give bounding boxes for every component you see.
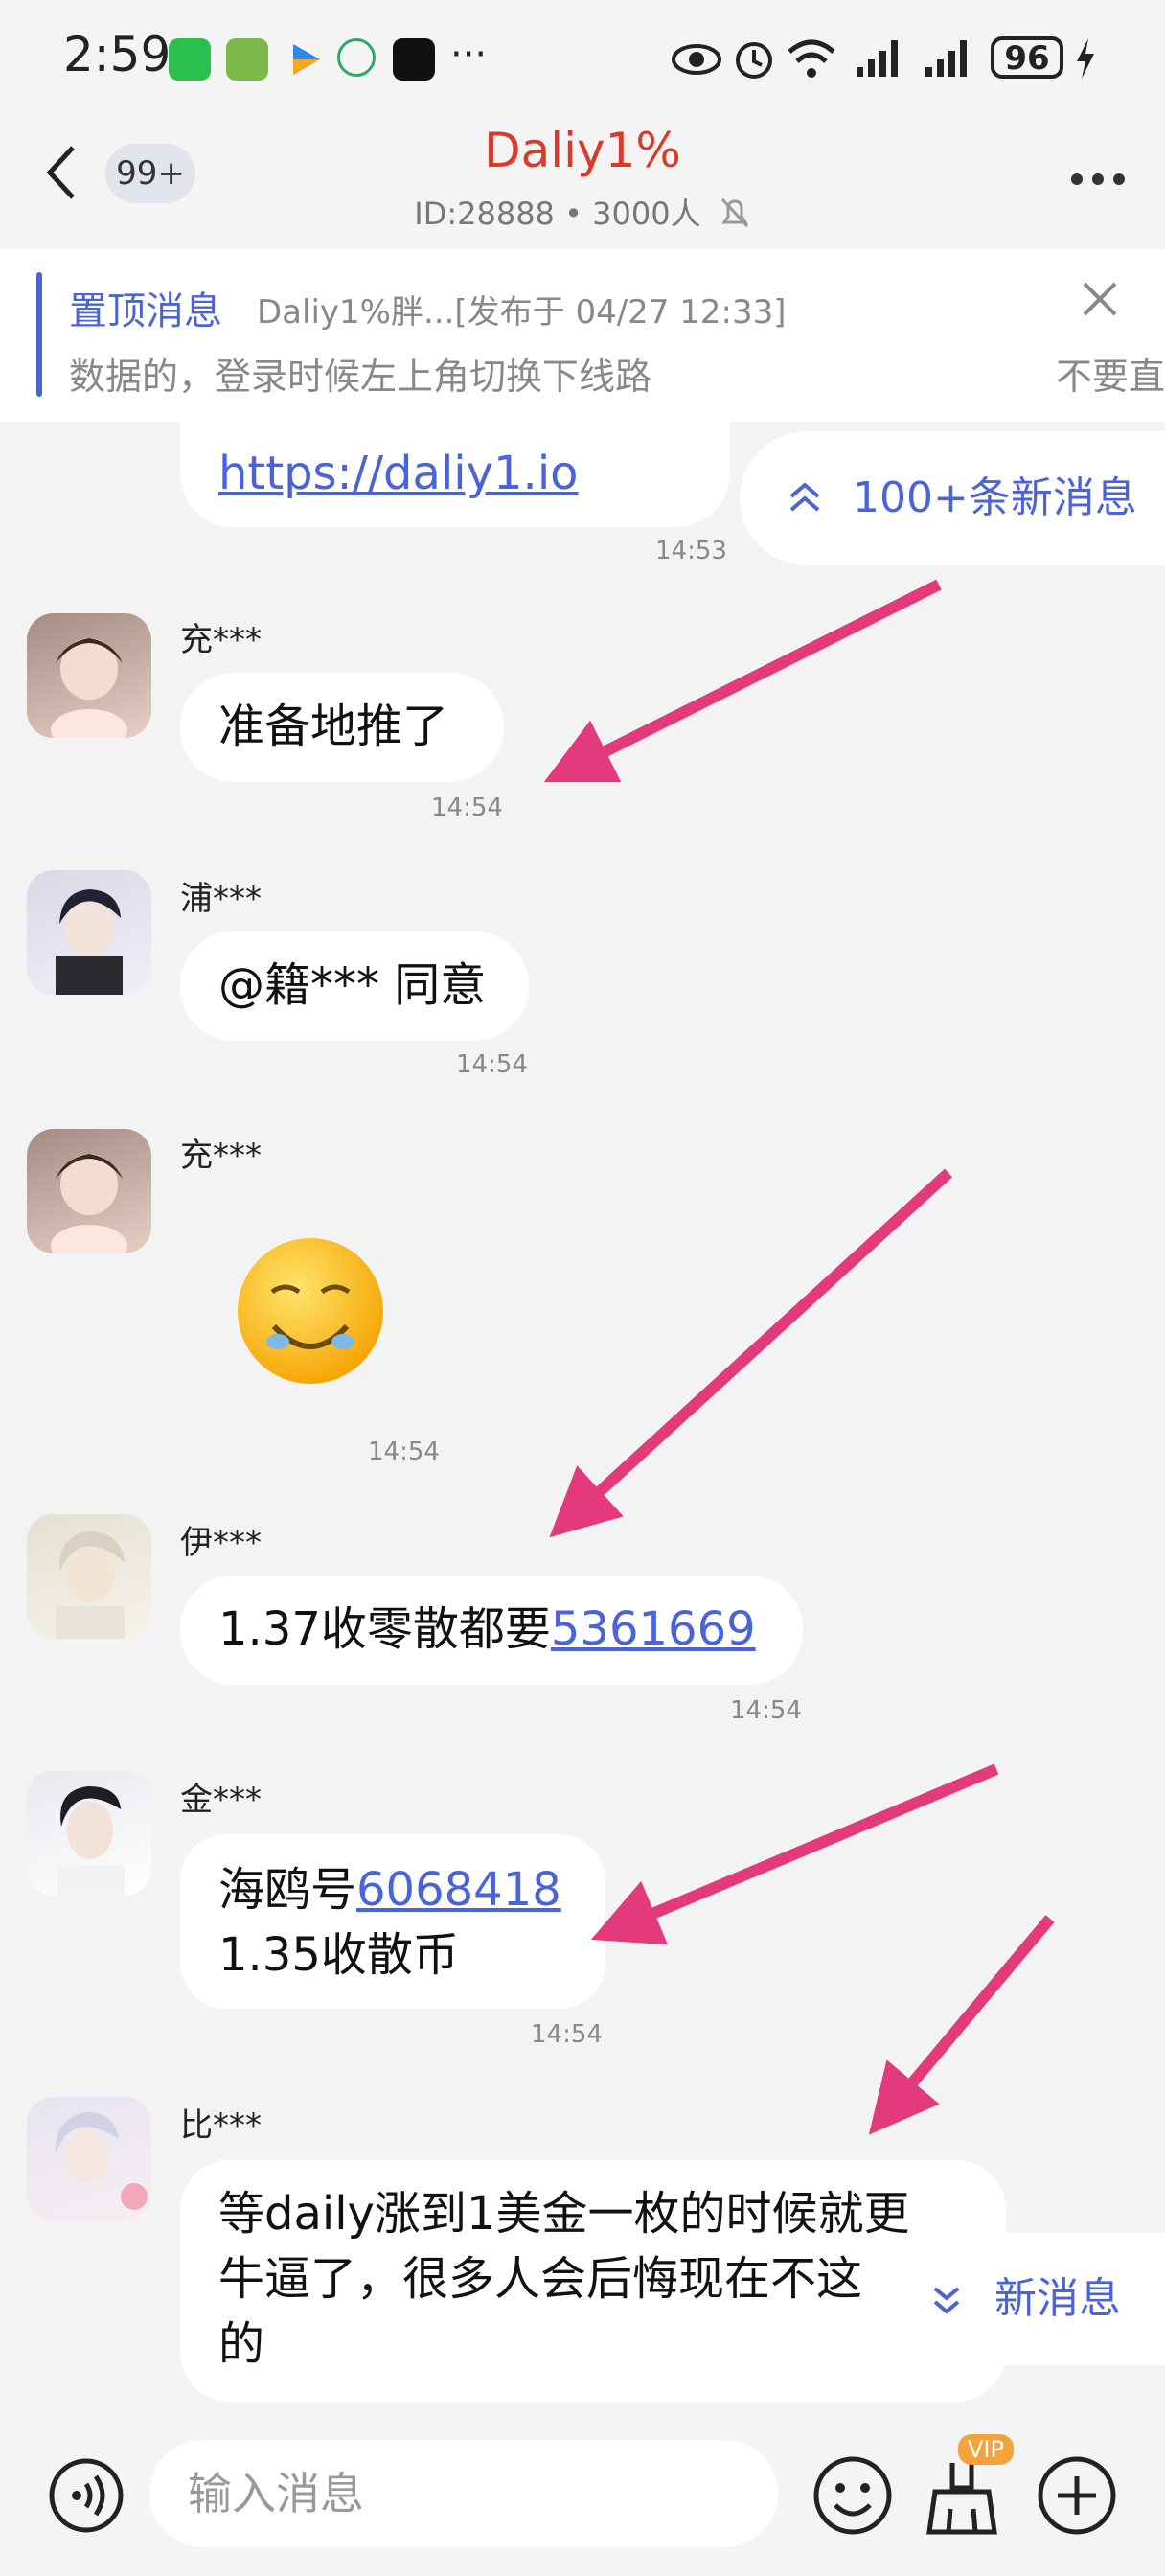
emoji-icon[interactable]: [812, 2455, 893, 2540]
voice-icon[interactable]: [48, 2457, 125, 2538]
arrow-annotation: [543, 579, 942, 783]
message-input[interactable]: 输入消息: [149, 2440, 778, 2547]
arrow-annotation: [868, 1915, 1055, 2135]
broom-icon[interactable]: [924, 2459, 1000, 2540]
vip-badge: VIP: [958, 2434, 1014, 2465]
arrow-annotation: [590, 1763, 999, 1945]
arrow-annotation: [549, 1168, 953, 1538]
plus-icon[interactable]: [1037, 2455, 1117, 2540]
annotation-arrows: [543, 579, 1055, 2135]
